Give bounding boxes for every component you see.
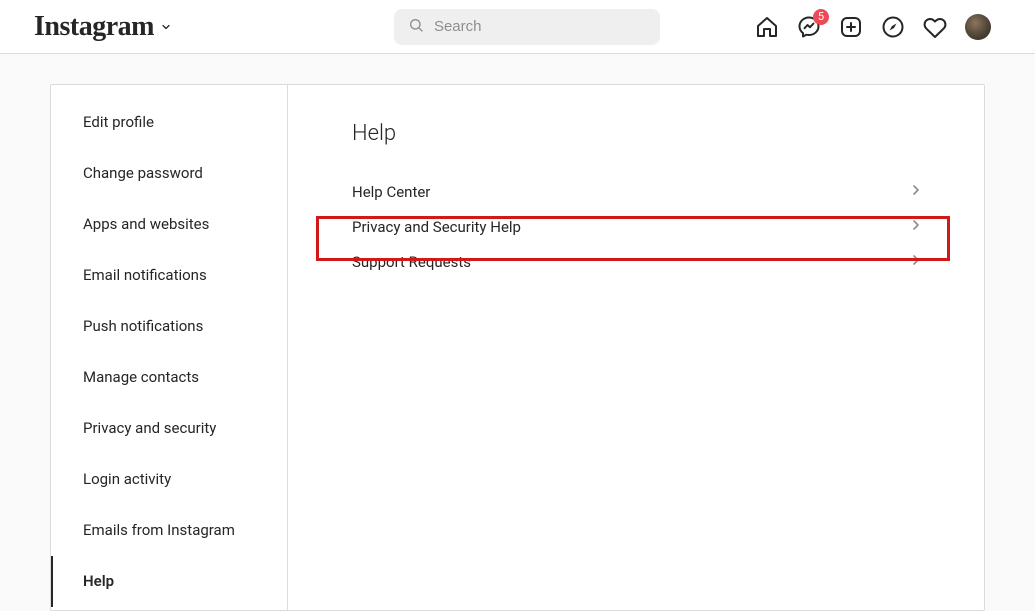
help-row-privacy-security[interactable]: Privacy and Security Help bbox=[352, 209, 924, 244]
explore-icon[interactable] bbox=[881, 15, 905, 39]
help-list: Help Center Privacy and Security Help Su… bbox=[352, 174, 924, 279]
sidebar-item-email-notifications[interactable]: Email notifications bbox=[51, 250, 287, 301]
topbar: Instagram 5 bbox=[0, 0, 1035, 54]
settings-panel: Edit profile Change password Apps and we… bbox=[50, 84, 985, 611]
search-icon bbox=[408, 17, 424, 37]
nav-icons: 5 bbox=[755, 14, 991, 40]
sidebar-item-edit-profile[interactable]: Edit profile bbox=[51, 97, 287, 148]
sidebar-item-manage-contacts[interactable]: Manage contacts bbox=[51, 352, 287, 403]
logo[interactable]: Instagram bbox=[34, 11, 172, 43]
heart-icon[interactable] bbox=[923, 15, 947, 39]
new-post-icon[interactable] bbox=[839, 15, 863, 39]
sidebar: Edit profile Change password Apps and we… bbox=[51, 85, 288, 610]
sidebar-item-login-activity[interactable]: Login activity bbox=[51, 454, 287, 505]
chevron-down-icon bbox=[160, 21, 172, 33]
chevron-right-icon bbox=[908, 182, 924, 202]
content: Help Help Center Privacy and Security He… bbox=[288, 85, 984, 610]
avatar[interactable] bbox=[965, 14, 991, 40]
chevron-right-icon bbox=[908, 217, 924, 237]
help-row-help-center[interactable]: Help Center bbox=[352, 174, 924, 209]
help-row-support-requests[interactable]: Support Requests bbox=[352, 244, 924, 279]
badge-count: 5 bbox=[813, 9, 829, 25]
logo-text: Instagram bbox=[34, 11, 154, 43]
page-title: Help bbox=[352, 121, 924, 146]
help-row-label: Privacy and Security Help bbox=[352, 218, 521, 236]
home-icon[interactable] bbox=[755, 15, 779, 39]
page: Edit profile Change password Apps and we… bbox=[0, 54, 1035, 611]
search-input[interactable] bbox=[394, 9, 660, 45]
sidebar-item-apps-websites[interactable]: Apps and websites bbox=[51, 199, 287, 250]
messenger-icon[interactable]: 5 bbox=[797, 15, 821, 39]
help-row-label: Support Requests bbox=[352, 253, 471, 271]
sidebar-item-privacy-security[interactable]: Privacy and security bbox=[51, 403, 287, 454]
help-row-label: Help Center bbox=[352, 183, 430, 201]
sidebar-item-change-password[interactable]: Change password bbox=[51, 148, 287, 199]
chevron-right-icon bbox=[908, 252, 924, 272]
search-field[interactable] bbox=[434, 18, 646, 35]
sidebar-item-emails-instagram[interactable]: Emails from Instagram bbox=[51, 505, 287, 556]
sidebar-item-help[interactable]: Help bbox=[51, 556, 287, 607]
sidebar-item-push-notifications[interactable]: Push notifications bbox=[51, 301, 287, 352]
